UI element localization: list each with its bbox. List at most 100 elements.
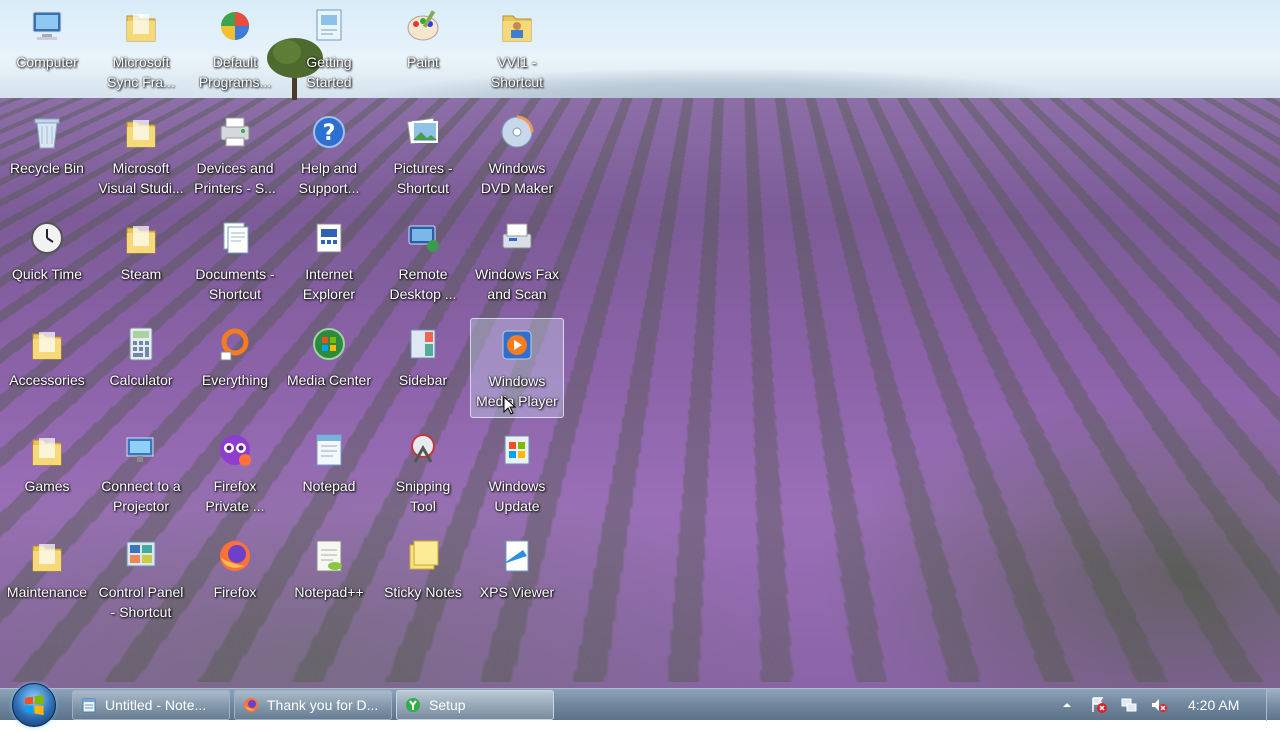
desktop-icon-accessories[interactable]: Accessories — [0, 318, 94, 418]
desktop-icon-label: Firefox — [213, 584, 257, 600]
desktop-icon-microsoft-visual-studi[interactable]: Microsoft Visual Studi... — [94, 106, 188, 206]
media-center-icon — [313, 328, 345, 360]
desktop-icon-sticky-notes[interactable]: Sticky Notes — [376, 530, 470, 630]
help-icon: ? — [313, 116, 345, 148]
desktop-icon-everything[interactable]: Everything — [188, 318, 282, 418]
taskbar-button-label: Setup — [429, 697, 466, 713]
desktop-icon-label: Internet Explorer — [302, 266, 356, 302]
desktop-icon-quick-time[interactable]: Quick Time — [0, 212, 94, 312]
desktop-icon-firefox-private[interactable]: Firefox Private ... — [188, 424, 282, 524]
desktop-icon-label: Firefox Private ... — [205, 478, 265, 514]
projector-icon — [126, 437, 154, 462]
folder-icon — [126, 226, 156, 254]
desktop-icon-label: Media Center — [286, 372, 372, 388]
desktop-icon-label: Getting Started — [306, 54, 352, 90]
notepad-icon — [82, 698, 96, 713]
taskbar-clock[interactable]: 4:20 AM — [1188, 689, 1239, 721]
svg-text:?: ? — [323, 121, 336, 146]
notepad-icon — [316, 434, 342, 466]
desktop-icon-sidebar[interactable]: Sidebar — [376, 318, 470, 418]
desktop-icon-recycle-bin[interactable]: Recycle Bin — [0, 106, 94, 206]
control-panel-icon — [126, 541, 156, 567]
desktop-icon-label: Quick Time — [11, 266, 82, 282]
calculator-icon — [129, 327, 153, 361]
desktop-icon-default-programs[interactable]: Default Programs... — [188, 0, 282, 100]
dvd-maker-icon — [501, 115, 534, 148]
desktop-icon-label: Microsoft Visual Studi... — [98, 160, 184, 196]
desktop-icon-label: Windows Update — [488, 478, 546, 514]
desktop-icon-control-panel-shortcut[interactable]: Control Panel - Shortcut — [94, 530, 188, 630]
desktop-icon-getting-started[interactable]: Getting Started — [282, 0, 376, 100]
desktop-icon-snipping-tool[interactable]: Snipping Tool — [376, 424, 470, 524]
desktop-icon-connect-to-a-projector[interactable]: Connect to a Projector — [94, 424, 188, 524]
desktop-icon-windows-update[interactable]: Windows Update — [470, 424, 564, 524]
folder-icon — [126, 120, 156, 148]
desktop-icon-xps-viewer[interactable]: XPS Viewer — [470, 530, 564, 630]
desktop-icon-steam[interactable]: Steam — [94, 212, 188, 312]
desktop-icon-games[interactable]: Games — [0, 424, 94, 524]
desktop-icon-label: Windows Media Player — [476, 373, 558, 409]
action-center-icon[interactable] — [1090, 696, 1108, 714]
documents-icon — [223, 222, 249, 254]
desktop-icon-label: Calculator — [109, 372, 173, 388]
recycle-bin-icon — [34, 118, 60, 149]
desktop-icon-documents-shortcut[interactable]: Documents - Shortcut — [188, 212, 282, 312]
desktop-icon-label: Windows DVD Maker — [480, 160, 554, 196]
desktop-icon-firefox[interactable]: Firefox — [188, 530, 282, 630]
folder-icon — [32, 438, 62, 466]
desktop-icon-vvi1-shortcut[interactable]: VVI1 - Shortcut — [470, 0, 564, 100]
taskbar-button-label: Thank you for D... — [267, 697, 379, 713]
show-hidden-icons-icon[interactable] — [1058, 696, 1076, 714]
taskbar-button-notepad[interactable]: Untitled - Note... — [72, 690, 230, 720]
desktop-icon-maintenance[interactable]: Maintenance — [0, 530, 94, 630]
desktop-icon-label: Sticky Notes — [384, 584, 462, 600]
taskbar-button-firefox[interactable]: Thank you for D... — [234, 690, 392, 720]
desktop-icon-label: Notepad — [302, 478, 356, 494]
desktop-icon-windows-media-player[interactable]: Windows Media Player — [470, 318, 564, 418]
taskbar-button-label: Untitled - Note... — [105, 697, 207, 713]
volume-muted-icon[interactable] — [1150, 696, 1168, 714]
mouse-cursor-icon — [503, 396, 517, 415]
internet-explorer-icon — [316, 223, 342, 253]
desktop-icon-remote-desktop[interactable]: Remote Desktop ... — [376, 212, 470, 312]
getting-started-icon — [316, 9, 342, 41]
desktop-icon-notepad[interactable]: Notepad — [282, 424, 376, 524]
sidebar-icon — [410, 329, 436, 359]
desktop-icon-notepad[interactable]: Notepad++ — [282, 530, 376, 630]
computer-icon — [32, 11, 62, 40]
desktop-icon-devices-and-printers-s[interactable]: Devices and Printers - S... — [188, 106, 282, 206]
desktop-icon-label: Microsoft Sync Fra... — [107, 54, 175, 90]
desktop-icon-windows-fax-and-scan[interactable]: Windows Fax and Scan — [470, 212, 564, 312]
desktop-icon-pictures-shortcut[interactable]: Pictures - Shortcut — [376, 106, 470, 206]
everything-icon — [220, 328, 249, 361]
desktop-icon-calculator[interactable]: Calculator — [94, 318, 188, 418]
desktop-icon-help-and-support[interactable]: ? Help and Support... — [282, 106, 376, 206]
desktop-icon-media-center[interactable]: Media Center — [282, 318, 376, 418]
firefox-icon — [244, 698, 258, 712]
clock-icon — [31, 222, 63, 254]
desktop-icon-label: Default Programs... — [198, 54, 272, 90]
fax-scan-icon — [502, 223, 532, 249]
folder-icon — [126, 14, 156, 42]
desktop-icon-microsoft-sync-fra[interactable]: Microsoft Sync Fra... — [94, 0, 188, 100]
desktop-icon-label: Windows Fax and Scan — [474, 266, 560, 302]
remote-desktop-icon — [408, 225, 439, 252]
desktop-icon-label: Documents - Shortcut — [195, 266, 275, 302]
show-desktop-button[interactable] — [1266, 689, 1280, 721]
desktop-icon-label: Remote Desktop ... — [389, 266, 457, 302]
start-button[interactable] — [12, 683, 56, 727]
desktop-icon-label: Accessories — [9, 372, 85, 388]
network-icon[interactable] — [1120, 696, 1138, 714]
devices-printers-icon — [220, 117, 250, 147]
default-programs-icon — [221, 12, 249, 40]
desktop-icon-paint[interactable]: Paint — [376, 0, 470, 100]
desktop-icon-label: Pictures - Shortcut — [393, 160, 453, 196]
desktop-icon-label: Steam — [120, 266, 162, 282]
taskbar-button-setup[interactable]: Setup — [396, 690, 554, 720]
taskbar: Untitled - Note... Thank you for D... Se… — [0, 683, 1280, 727]
desktop-icon-windows-dvd-maker[interactable]: Windows DVD Maker — [470, 106, 564, 206]
snipping-tool-icon — [411, 434, 435, 463]
desktop-icon-computer[interactable]: Computer — [0, 0, 94, 100]
firefox-icon — [220, 541, 250, 571]
desktop-icon-internet-explorer[interactable]: Internet Explorer — [282, 212, 376, 312]
